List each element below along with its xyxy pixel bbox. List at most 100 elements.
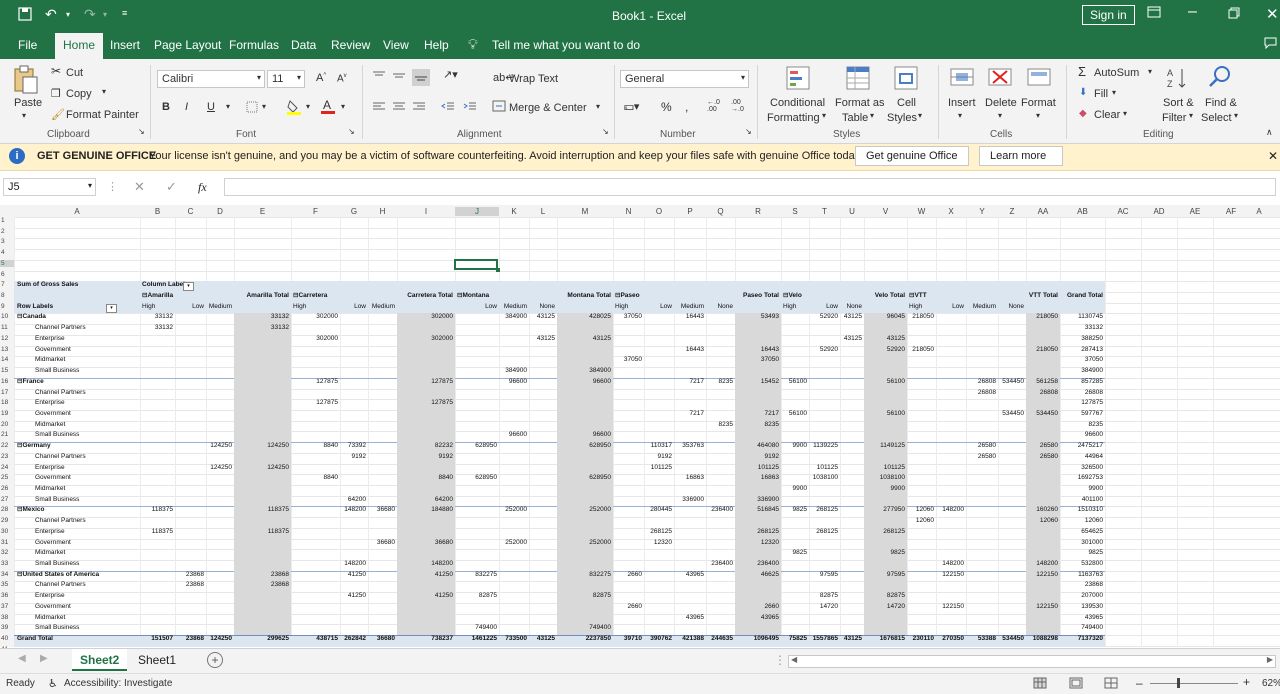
pivot-value-cell[interactable]: 832275	[455, 571, 497, 579]
pivot-value-cell[interactable]: 9900	[781, 442, 807, 450]
pivot-value-cell[interactable]: 16863	[735, 474, 779, 482]
pivot-value-cell[interactable]: 733500	[499, 635, 527, 643]
format-painter-button[interactable]: Format Painter	[66, 109, 139, 121]
pivot-value-cell[interactable]: 101125	[864, 464, 905, 472]
pivot-value-cell[interactable]: 151507	[140, 635, 173, 643]
pivot-value-cell[interactable]: 1096495	[735, 635, 779, 643]
pivot-row-group-label[interactable]: ⊟Canada	[17, 313, 46, 321]
pivot-value-cell[interactable]: 244635	[706, 635, 733, 643]
sort-filter-label-2[interactable]: Filter	[1162, 112, 1186, 124]
pivot-value-cell[interactable]: 1149125	[864, 442, 905, 450]
accessibility-icon[interactable]: ♿︎	[48, 677, 58, 690]
pivot-value-cell[interactable]: 832275	[557, 571, 611, 579]
pivot-value-cell[interactable]: 2660	[735, 603, 779, 611]
pivot-value-cell[interactable]: 1130745	[1060, 313, 1103, 321]
paste-button[interactable]: Paste	[14, 97, 42, 109]
font-size-select[interactable]: 11 ▾	[267, 70, 305, 88]
pivot-value-cell[interactable]: 268125	[864, 528, 905, 536]
pivot-value-cell[interactable]: 26580	[1026, 453, 1058, 461]
font-launcher-icon[interactable]: ↘	[348, 127, 355, 136]
row-header-19[interactable]: 19	[0, 410, 14, 417]
autosum-dropdown-icon[interactable]: ▾	[1148, 67, 1152, 76]
pivot-value-cell[interactable]: 110317	[644, 442, 672, 450]
pivot-value-cell[interactable]: 36680	[368, 506, 395, 514]
pivot-value-cell[interactable]: 7137320	[1060, 635, 1103, 643]
clipboard-launcher-icon[interactable]: ↘	[138, 127, 145, 136]
pivot-value-cell[interactable]: 218050	[1026, 346, 1058, 354]
pivot-value-cell[interactable]: 749400	[455, 624, 497, 632]
pivot-value-cell[interactable]: 464080	[735, 442, 779, 450]
pivot-value-cell[interactable]: 101125	[644, 464, 672, 472]
pivot-value-cell[interactable]: 14720	[809, 603, 838, 611]
pivot-value-cell[interactable]: 2660	[613, 571, 642, 579]
pivot-value-cell[interactable]: 252000	[557, 539, 611, 547]
pivot-value-cell[interactable]: 64200	[397, 496, 453, 504]
pivot-value-cell[interactable]: 53493	[735, 313, 779, 321]
pivot-value-cell[interactable]: 1510310	[1060, 506, 1103, 514]
pivot-value-cell[interactable]: 12060	[1026, 517, 1058, 525]
pivot-value-cell[interactable]: 33132	[234, 313, 289, 321]
pivot-value-cell[interactable]: 43125	[840, 635, 862, 643]
orientation-icon[interactable]: ↗▾	[443, 68, 458, 81]
pivot-value-cell[interactable]: 9825	[1060, 549, 1103, 557]
number-launcher-icon[interactable]: ↘	[745, 127, 752, 136]
conditional-formatting-icon[interactable]	[786, 66, 810, 93]
pivot-value-cell[interactable]: 218050	[907, 313, 934, 321]
pivot-value-cell[interactable]: 96600	[557, 378, 611, 386]
row-header-20[interactable]: 20	[0, 421, 14, 428]
pivot-value-cell[interactable]: 118375	[234, 506, 289, 514]
pivot-value-cell[interactable]: 353763	[674, 442, 704, 450]
row-header-12[interactable]: 12	[0, 335, 14, 342]
pivot-value-cell[interactable]: 857285	[1060, 378, 1103, 386]
pivot-value-cell[interactable]: 148200	[397, 560, 453, 568]
undo-dropdown-icon[interactable]: ▾	[66, 10, 70, 19]
pivot-value-cell[interactable]: 280445	[644, 506, 672, 514]
autosum-button[interactable]: AutoSum	[1094, 67, 1139, 79]
tab-home[interactable]: Home	[55, 33, 104, 59]
next-sheet-icon[interactable]: ▶	[40, 653, 48, 664]
column-header-af[interactable]: AF	[1213, 207, 1249, 216]
pivot-value-cell[interactable]: 1088298	[1026, 635, 1058, 643]
row-header-6[interactable]: 6	[0, 271, 14, 278]
pivot-value-cell[interactable]: 421388	[674, 635, 704, 643]
column-header-f[interactable]: F	[291, 207, 340, 216]
pivot-value-cell[interactable]: 26808	[1060, 389, 1103, 397]
find-select-label-2[interactable]: Select	[1201, 112, 1232, 124]
align-center-icon[interactable]	[392, 101, 406, 114]
pivot-value-cell[interactable]: 9192	[340, 453, 366, 461]
bold-button[interactable]: B	[162, 101, 170, 113]
column-header-j[interactable]: J	[455, 207, 499, 216]
column-header-ae[interactable]: AE	[1177, 207, 1213, 216]
pivot-value-cell[interactable]: 82875	[864, 592, 905, 600]
page-break-view-icon[interactable]	[1104, 677, 1118, 692]
pivot-value-cell[interactable]: 388250	[1060, 335, 1103, 343]
row-header-5[interactable]: 5	[0, 259, 14, 267]
pivot-value-cell[interactable]: 139530	[1060, 603, 1103, 611]
pivot-value-cell[interactable]: 75825	[781, 635, 807, 643]
pivot-value-cell[interactable]: 52920	[809, 346, 838, 354]
column-header-t[interactable]: T	[809, 207, 840, 216]
pivot-value-cell[interactable]: 7217	[735, 410, 779, 418]
pivot-value-cell[interactable]: 534450	[998, 635, 1024, 643]
pivot-filter-dropdown-icon[interactable]: ▾	[183, 282, 194, 292]
tab-insert[interactable]: Insert	[110, 38, 140, 52]
insert-function-button[interactable]: fx	[198, 180, 207, 195]
insert-dropdown-icon[interactable]: ▾	[958, 111, 962, 120]
conditional-formatting-button[interactable]: Conditional	[770, 97, 825, 109]
pivot-value-cell[interactable]: 122150	[936, 603, 964, 611]
pivot-value-cell[interactable]: 384900	[499, 313, 527, 321]
pivot-value-cell[interactable]: 8235	[735, 421, 779, 429]
pivot-value-cell[interactable]: 127875	[397, 399, 453, 407]
pivot-value-cell[interactable]: 33132	[1060, 324, 1103, 332]
zoom-level[interactable]: 62%	[1262, 678, 1280, 689]
row-header-15[interactable]: 15	[0, 367, 14, 374]
pivot-value-cell[interactable]: 532800	[1060, 560, 1103, 568]
page-layout-view-icon[interactable]	[1069, 677, 1083, 692]
row-header-14[interactable]: 14	[0, 356, 14, 363]
tell-me-input[interactable]: Tell me what you want to do	[492, 38, 640, 52]
pivot-value-cell[interactable]: 236400	[706, 506, 733, 514]
pivot-value-cell[interactable]: 148200	[936, 506, 964, 514]
pivot-value-cell[interactable]: 96600	[499, 378, 527, 386]
collapse-ribbon-icon[interactable]: ∧	[1266, 127, 1273, 138]
pivot-value-cell[interactable]: 43965	[735, 614, 779, 622]
